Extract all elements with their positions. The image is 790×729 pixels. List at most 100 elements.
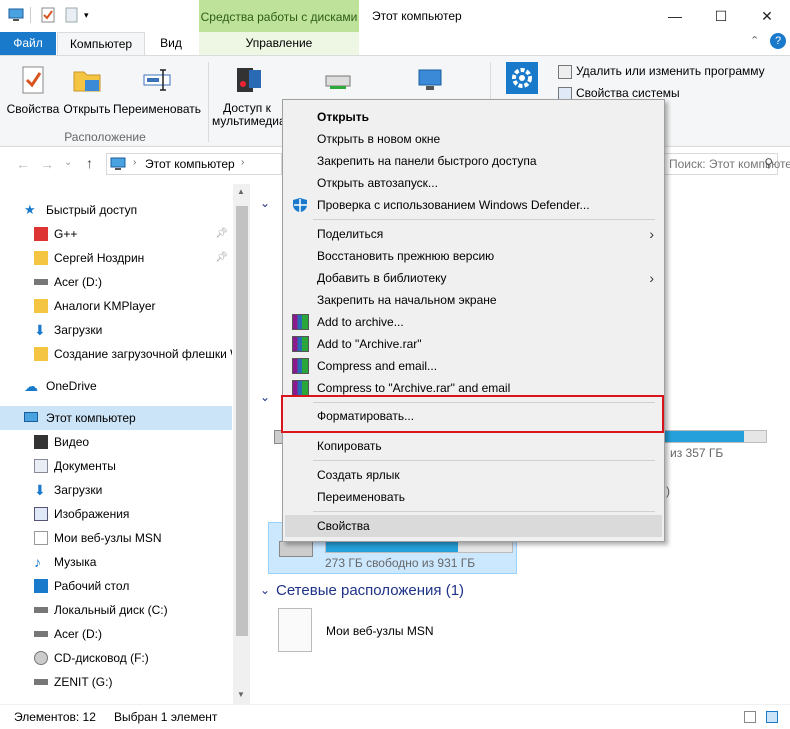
qat-dropdown-icon[interactable]: ▾ [84,7,100,23]
menu-item-properties[interactable]: Свойства [285,515,662,537]
menu-item-add-to-archive-rar[interactable]: Add to "Archive.rar" [285,333,662,355]
pin-icon[interactable]: 📌︎ [215,222,228,246]
title-bar: ▾ Средства работы с дисками Этот компьют… [0,0,790,32]
open-button[interactable]: Открыть [62,64,112,116]
nav-item[interactable]: G++ 📌︎ [0,222,232,246]
nav-onedrive[interactable]: ☁ OneDrive [0,374,232,398]
uninstall-label: Удалить или изменить программу [576,64,765,78]
menu-item-create-shortcut[interactable]: Создать ярлык [285,464,662,486]
submenu-arrow-icon: › [649,270,654,286]
nav-item[interactable]: Мои веб-узлы MSN [0,526,232,550]
uninstall-program-button[interactable]: Удалить или изменить программу [558,64,765,79]
up-arrow-icon[interactable]: ↑ [86,155,93,171]
menu-item-share[interactable]: Поделиться › [285,223,662,245]
winrar-icon [292,336,309,352]
nav-this-pc[interactable]: Этот компьютер [0,406,232,430]
maximize-button[interactable]: ☐ [698,0,744,32]
nav-item[interactable]: Acer (D:) [0,622,232,646]
nav-item[interactable]: Acer (D:) [0,270,232,294]
network-item-label[interactable]: Мои веб-узлы MSN [326,624,433,638]
new-folder-icon[interactable] [64,7,80,23]
nav-item[interactable]: ♪ Музыка [0,550,232,574]
pin-icon[interactable]: 📌︎ [215,246,228,270]
nav-quick-access[interactable]: ★ Быстрый доступ [0,198,232,222]
drive-icon [34,679,48,685]
breadcrumb[interactable]: Этот компьютер [145,157,235,171]
help-icon[interactable]: ? [770,33,786,49]
nav-item[interactable]: Рабочий стол [0,574,232,598]
item-count: Элементов: 12 [14,710,96,724]
back-arrow-icon[interactable]: ← [16,156,30,172]
menu-item-compress-email[interactable]: Compress and email... [285,355,662,377]
properties-button[interactable]: Свойства [6,64,60,116]
nav-item[interactable]: ⬇ Загрузки [0,318,232,342]
menu-item-rename[interactable]: Переименовать [285,486,662,508]
nav-label: Аналоги KMPlayer [54,299,156,313]
group-label-location: Расположение [64,130,146,144]
properties-label: Свойства [6,102,60,116]
section-collapse-icon[interactable]: ⌄ [260,390,270,404]
forward-arrow-icon[interactable]: → [40,156,54,172]
menu-item-add-to-archive[interactable]: Add to archive... [285,311,662,333]
menu-label: Переименовать [317,490,405,504]
scroll-up-icon[interactable]: ▲ [237,187,245,196]
add-network-location-button[interactable] [410,64,450,102]
scroll-down-icon[interactable]: ▼ [237,690,245,699]
nav-item[interactable]: ZENIT (G:) [0,670,232,694]
computer-icon [8,7,24,23]
menu-item-defender-scan[interactable]: Проверка с использованием Windows Defend… [285,194,662,216]
menu-item-restore-previous[interactable]: Восстановить прежнюю версию [285,245,662,267]
format-highlight-box [281,395,664,433]
nav-item[interactable]: Локальный диск (C:) [0,598,232,622]
tiles-view-icon[interactable] [766,711,778,723]
details-view-icon[interactable] [744,711,756,723]
menu-label: Восстановить прежнюю версию [317,249,495,263]
close-button[interactable]: ✕ [744,0,790,32]
menu-item-open-new-window[interactable]: Открыть в новом окне [285,128,662,150]
network-locations-header[interactable]: Сетевые расположения (1) [276,582,464,599]
drive-icon [34,279,48,285]
section-collapse-icon[interactable]: ⌄ [260,583,270,597]
menu-label: Копировать [317,439,382,453]
section-collapse-icon[interactable]: ⌄ [260,196,270,210]
nav-item[interactable]: Аналоги KMPlayer [0,294,232,318]
menu-item-open[interactable]: Открыть [285,106,662,128]
search-icon: ⚲ [764,156,773,170]
breadcrumb-chevron-icon[interactable]: › [241,157,244,168]
menu-item-pin-start[interactable]: Закрепить на начальном экране [285,289,662,311]
search-box[interactable]: Поиск: Этот компьютер ⚲ [664,153,790,175]
media-access-button[interactable]: Доступ к мультимедиа [212,64,286,128]
menu-item-pin-quick-access[interactable]: Закрепить на панели быстрого доступа [285,150,662,172]
recent-dropdown-icon[interactable]: ⌄ [64,157,72,168]
minimize-button[interactable]: — [652,0,698,32]
properties-icon[interactable] [40,7,56,23]
menu-label: Закрепить на начальном экране [317,293,497,307]
tab-manage[interactable]: Управление [199,32,359,55]
context-tab-group-title: Средства работы с дисками [199,0,359,32]
nav-label: OneDrive [46,379,97,393]
nav-item[interactable]: Видео [0,430,232,454]
open-settings-button[interactable] [504,62,540,100]
menu-item-add-to-library[interactable]: Добавить в библиотеку › [285,267,662,289]
rename-button[interactable]: Переименовать [112,64,202,116]
pictures-icon [34,507,48,521]
video-icon [34,435,48,449]
nav-scrollbar-thumb[interactable] [236,206,248,636]
nav-item[interactable]: Документы [0,454,232,478]
download-icon: ⬇ [34,322,46,338]
nav-item[interactable]: Изображения [0,502,232,526]
nav-item[interactable]: CD-дисковод (F:) [0,646,232,670]
tab-view[interactable]: Вид [150,32,192,55]
collapse-ribbon-icon[interactable]: ⌃ [750,34,759,47]
tab-file[interactable]: Файл [0,32,56,55]
menu-item-autoplay[interactable]: Открыть автозапуск... [285,172,662,194]
nav-item[interactable]: Создание загрузочной флешки W [0,342,232,366]
menu-item-copy[interactable]: Копировать [285,435,662,457]
nav-item[interactable]: ⬇ Загрузки [0,478,232,502]
map-drive-button[interactable] [318,64,358,102]
nav-label: Изображения [54,507,130,521]
music-icon: ♪ [34,554,41,570]
address-bar[interactable]: › Этот компьютер › [106,153,282,175]
nav-item[interactable]: Сергей Ноздрин 📌︎ [0,246,232,270]
tab-computer[interactable]: Компьютер [57,32,145,56]
